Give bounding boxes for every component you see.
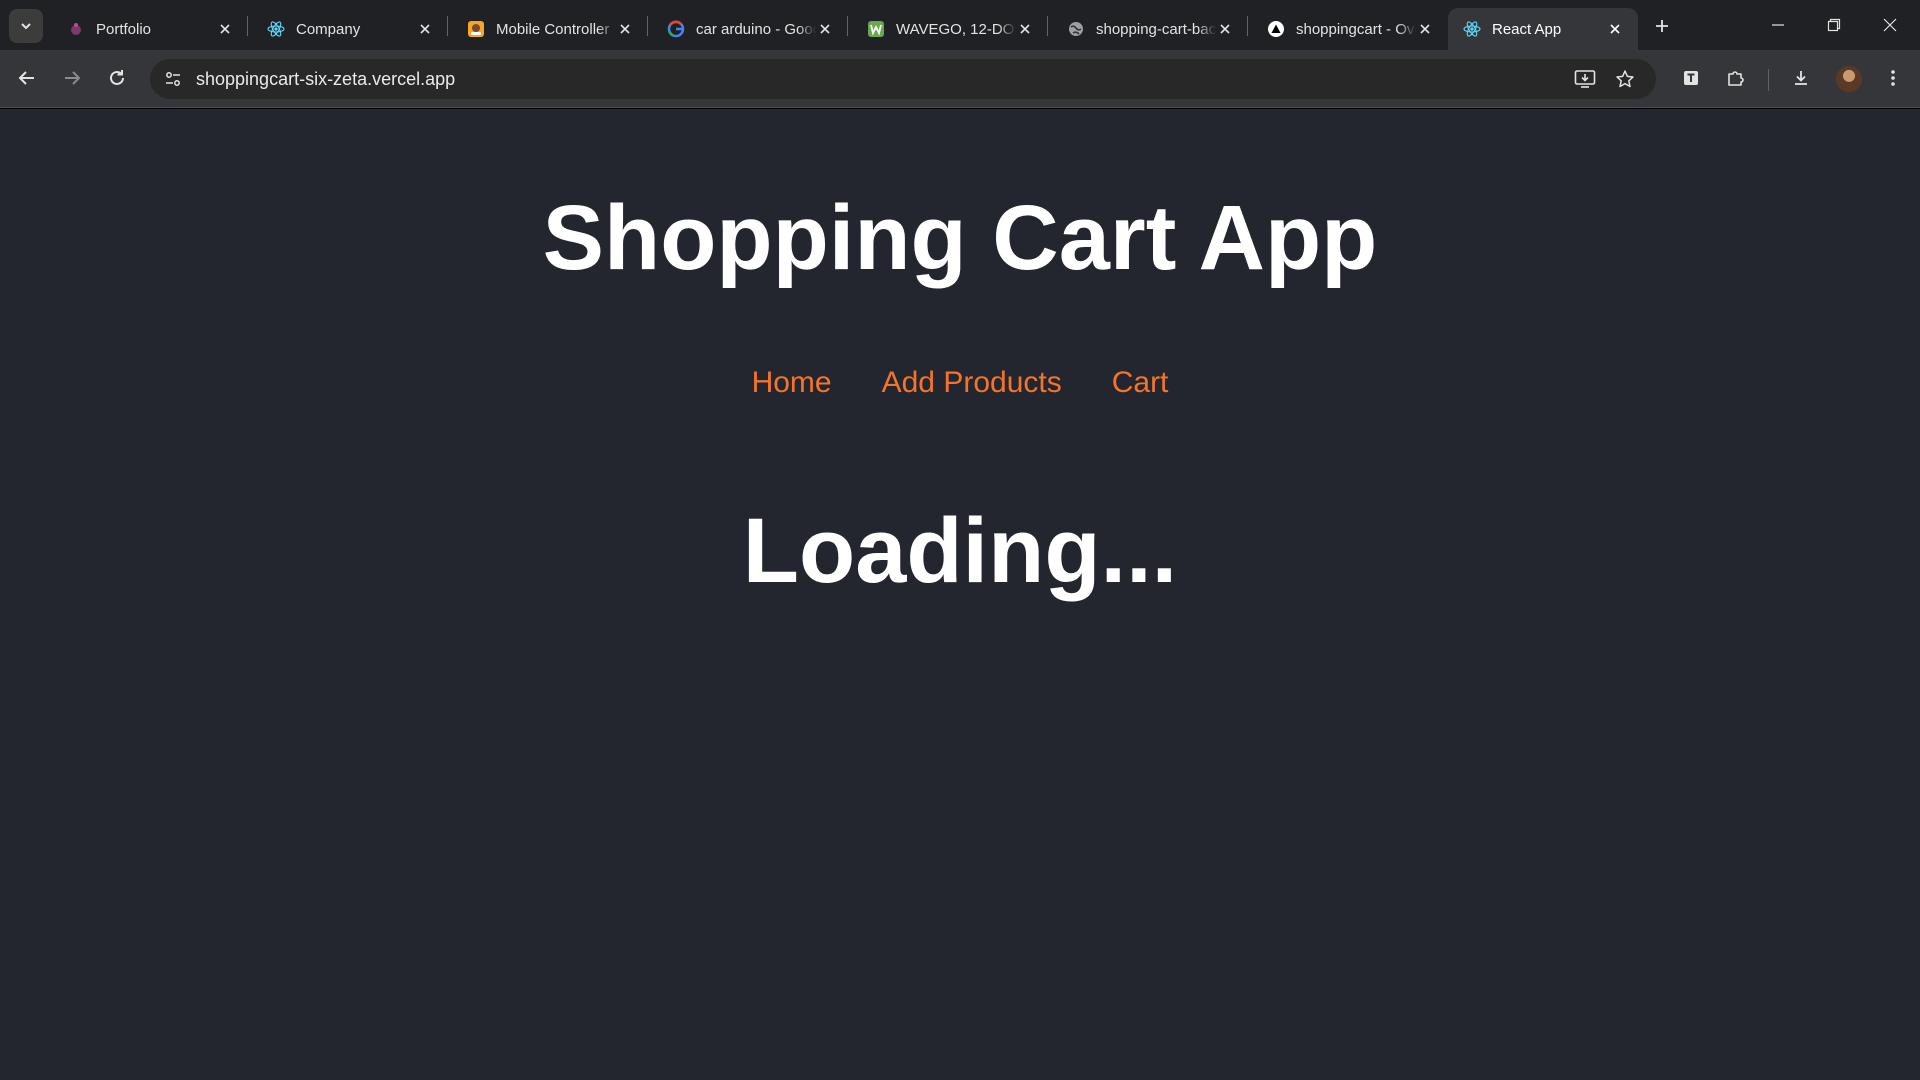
tab-title: WAVEGO, 12-DOF bbox=[896, 20, 1016, 38]
arrow-left-icon bbox=[17, 68, 37, 88]
reload-icon bbox=[107, 68, 127, 88]
page-content: Shopping Cart App Home Add Products Cart… bbox=[0, 109, 1920, 1080]
close-window-button[interactable] bbox=[1862, 0, 1918, 50]
install-icon bbox=[1574, 69, 1596, 89]
extensions-button[interactable] bbox=[1719, 61, 1753, 95]
tab-wavego[interactable]: WAVEGO, 12-DOF bbox=[852, 8, 1048, 50]
tab-title: car arduino - Google bbox=[696, 20, 816, 38]
chevron-down-icon bbox=[19, 19, 33, 33]
restore-button[interactable] bbox=[1806, 0, 1862, 50]
tab-portfolio[interactable]: Portfolio bbox=[52, 8, 248, 50]
tab-car-arduino[interactable]: car arduino - Google bbox=[652, 8, 848, 50]
app-title: Shopping Cart App bbox=[542, 187, 1378, 289]
app-favicon bbox=[466, 19, 486, 39]
google-favicon bbox=[666, 19, 686, 39]
site-info-button[interactable] bbox=[158, 64, 188, 94]
tab-divider bbox=[1047, 16, 1048, 36]
tab-title: Company bbox=[296, 20, 361, 38]
restore-icon bbox=[1827, 18, 1841, 32]
tab-title: Portfolio bbox=[96, 20, 152, 38]
reload-button[interactable] bbox=[100, 61, 134, 95]
menu-button[interactable] bbox=[1876, 61, 1910, 95]
tab-company[interactable]: Company bbox=[252, 8, 448, 50]
address-bar[interactable]: shoppingcart-six-zeta.vercel.app bbox=[150, 59, 1656, 99]
tab-divider bbox=[447, 16, 448, 36]
portfolio-favicon bbox=[66, 19, 86, 39]
close-icon[interactable] bbox=[816, 20, 834, 38]
tab-title: shopping-cart-backend bbox=[1096, 20, 1216, 38]
tab-title: shoppingcart - Overview bbox=[1296, 20, 1416, 38]
new-tab-button[interactable] bbox=[1648, 12, 1676, 40]
tab-title: React App bbox=[1492, 20, 1562, 38]
tune-icon bbox=[164, 70, 182, 88]
extension-button[interactable] bbox=[1674, 61, 1708, 95]
forward-button[interactable] bbox=[55, 61, 89, 95]
close-icon[interactable] bbox=[416, 20, 434, 38]
main-nav: Home Add Products Cart bbox=[0, 366, 1920, 400]
back-button[interactable] bbox=[10, 61, 44, 95]
vercel-favicon bbox=[1266, 19, 1286, 39]
close-icon[interactable] bbox=[216, 20, 234, 38]
install-app-button[interactable] bbox=[1570, 64, 1600, 94]
tab-divider bbox=[647, 16, 648, 36]
close-icon bbox=[1883, 18, 1897, 32]
tab-search-button[interactable] bbox=[9, 9, 43, 43]
loading-indicator: Loading... bbox=[742, 500, 1178, 602]
tab-title: Mobile Controller bbox=[496, 20, 610, 38]
puzzle-icon bbox=[1726, 68, 1746, 88]
profile-avatar[interactable] bbox=[1836, 66, 1862, 92]
react-favicon bbox=[266, 19, 286, 39]
more-vertical-icon bbox=[1890, 68, 1896, 88]
bookmark-button[interactable] bbox=[1610, 64, 1640, 94]
waveshare-favicon bbox=[866, 19, 886, 39]
browser-toolbar: shoppingcart-six-zeta.vercel.app bbox=[0, 50, 1920, 108]
url-text[interactable]: shoppingcart-six-zeta.vercel.app bbox=[196, 69, 455, 90]
minimize-icon bbox=[1771, 18, 1785, 32]
close-icon[interactable] bbox=[1216, 20, 1234, 38]
star-icon bbox=[1615, 69, 1635, 89]
nav-link-cart[interactable]: Cart bbox=[1112, 366, 1169, 400]
nav-link-add-products[interactable]: Add Products bbox=[882, 366, 1062, 400]
tab-divider bbox=[247, 16, 248, 36]
globe-favicon bbox=[1066, 19, 1086, 39]
minimize-button[interactable] bbox=[1750, 0, 1806, 50]
tab-divider bbox=[847, 16, 848, 36]
close-icon[interactable] bbox=[616, 20, 634, 38]
tab-shoppingcart-vercel[interactable]: shoppingcart - Overview bbox=[1252, 8, 1448, 50]
toolbar-divider bbox=[1768, 69, 1769, 91]
arrow-right-icon bbox=[62, 68, 82, 88]
tab-divider bbox=[1247, 16, 1248, 36]
tab-react-app[interactable]: React App bbox=[1448, 8, 1638, 50]
tab-strip: Portfolio Company Mobile Controller car … bbox=[0, 0, 1920, 50]
downloads-button[interactable] bbox=[1784, 61, 1818, 95]
extension-t-icon bbox=[1681, 68, 1701, 88]
tab-shopping-cart-backend[interactable]: shopping-cart-backend bbox=[1052, 8, 1248, 50]
nav-link-home[interactable]: Home bbox=[752, 366, 832, 400]
close-icon[interactable] bbox=[1416, 20, 1434, 38]
close-icon[interactable] bbox=[1606, 20, 1624, 38]
react-favicon bbox=[1462, 19, 1482, 39]
close-icon[interactable] bbox=[1016, 20, 1034, 38]
tab-mobile-controller[interactable]: Mobile Controller bbox=[452, 8, 648, 50]
download-icon bbox=[1791, 68, 1811, 88]
plus-icon bbox=[1654, 18, 1670, 34]
